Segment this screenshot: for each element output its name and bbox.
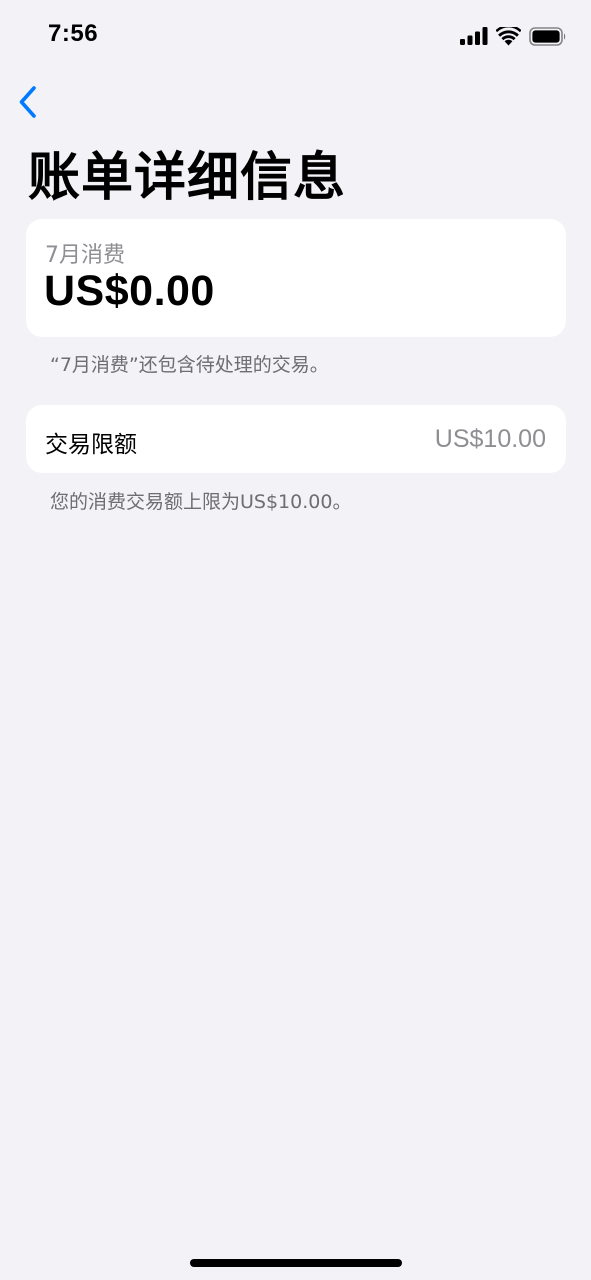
monthly-spending-note: “7月消费”还包含待处理的交易。 bbox=[50, 354, 329, 376]
status-icons bbox=[460, 25, 567, 47]
transaction-limit-label: 交易限额 bbox=[45, 432, 137, 458]
status-bar: 7:56 bbox=[0, 0, 591, 72]
cellular-signal-icon bbox=[460, 27, 488, 45]
home-indicator[interactable] bbox=[190, 1259, 402, 1267]
monthly-spending-amount: US$0.00 bbox=[44, 267, 215, 315]
transaction-limit-row: 交易限额 US$10.00 bbox=[26, 405, 566, 473]
chevron-left-icon bbox=[18, 85, 38, 123]
battery-icon bbox=[529, 26, 567, 46]
wifi-icon bbox=[496, 26, 521, 46]
monthly-spending-label: 7月消费 bbox=[45, 243, 125, 268]
back-button[interactable] bbox=[8, 82, 48, 126]
status-time: 7:56 bbox=[48, 20, 99, 47]
monthly-spending-card: 7月消费 US$0.00 bbox=[26, 219, 566, 337]
transaction-limit-value: US$10.00 bbox=[434, 425, 546, 453]
page-title: 账单详细信息 bbox=[28, 148, 347, 208]
transaction-limit-note: 您的消费交易额上限为US$10.00。 bbox=[50, 491, 352, 513]
